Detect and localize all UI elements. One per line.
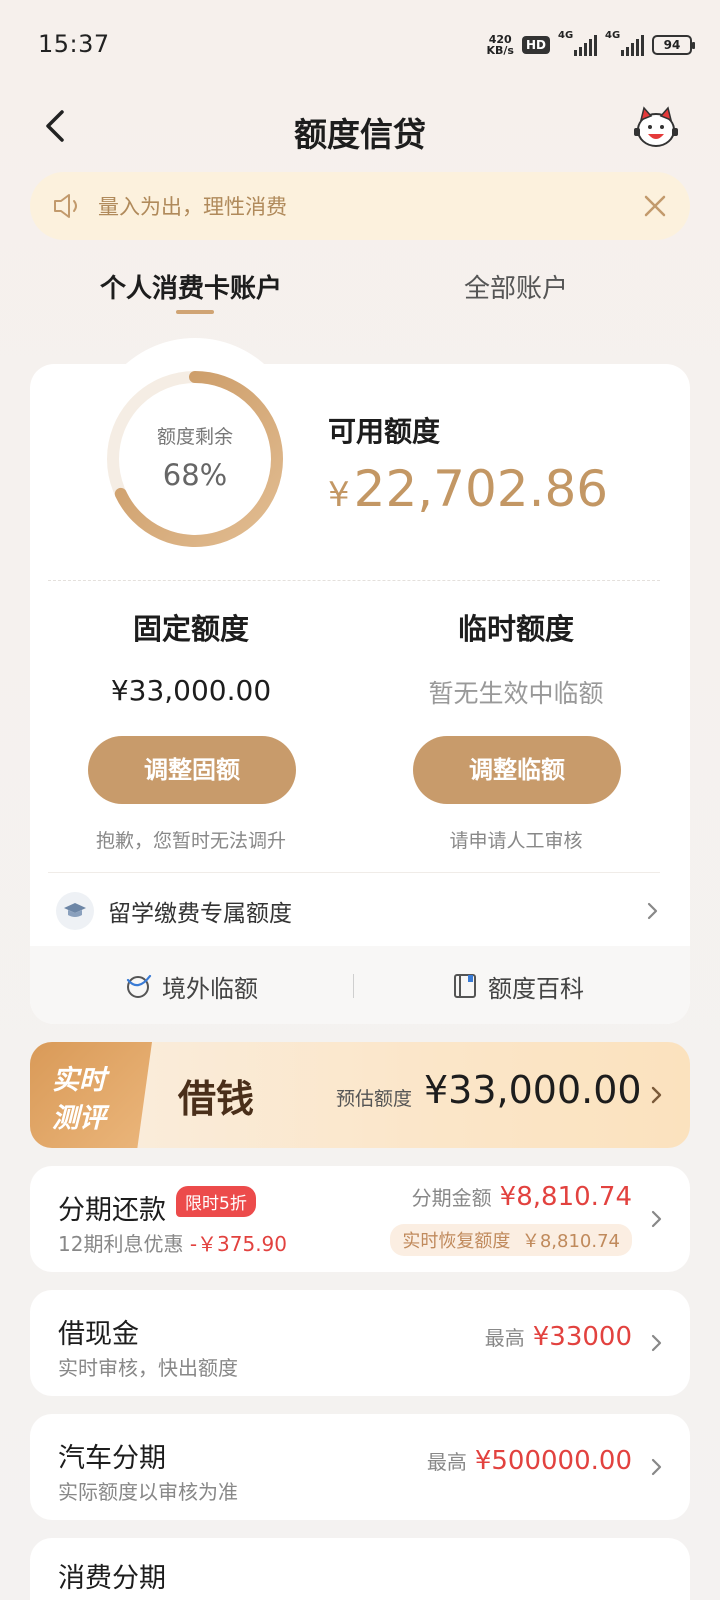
overseas-temp-credit-label: 境外临额 — [162, 974, 258, 1003]
car-installment-subtitle: 实际额度以审核为准 — [58, 1480, 238, 1504]
max-label: 最高 — [484, 1326, 525, 1350]
signal-icon: 4G — [605, 30, 644, 56]
interest-discount-label: 12期利息优惠 — [58, 1232, 184, 1256]
study-abroad-credit-row[interactable]: 留学缴费专属额度 — [48, 888, 660, 934]
interest-discount-value: -￥375.90 — [189, 1232, 288, 1256]
hd-icon: HD — [521, 36, 550, 54]
status-bar: 15:37 420 KB/s HD 4G 4G 94 — [0, 0, 720, 88]
credit-encyclopedia-link[interactable]: 额度百科 — [452, 966, 584, 1006]
currency-symbol: ¥ — [328, 475, 350, 515]
tag-line: 实时 — [52, 1065, 106, 1096]
borrow-cash-card[interactable]: 借现金 实时审核，快出额度 最高 ¥33000 — [30, 1290, 690, 1396]
max-value: ¥33000 — [532, 1322, 632, 1352]
temp-credit-note: 请申请人工审核 — [449, 830, 583, 852]
adjust-fixed-credit-button[interactable]: 调整固额 — [88, 736, 296, 804]
mascot-icon[interactable] — [632, 104, 680, 152]
tag-line: 测评 — [52, 1103, 106, 1134]
car-installment-max: 最高 ¥500000.00 — [427, 1446, 632, 1476]
ring-label: 额度剩余 — [156, 426, 233, 448]
status-indicators: 420 KB/s HD 4G 4G 94 — [487, 30, 695, 60]
chevron-right-icon — [651, 1086, 662, 1104]
graduation-cap-icon — [56, 892, 94, 930]
consumer-installment-title: 消费分期 — [58, 1563, 166, 1594]
car-installment-card[interactable]: 汽车分期 实际额度以审核为准 最高 ¥500000.00 — [30, 1414, 690, 1520]
installment-repayment-card[interactable]: 分期还款 限时5折 12期利息优惠 -￥375.90 分期金额 ¥8,810.7… — [30, 1166, 690, 1272]
ring-percent: 68% — [162, 458, 228, 492]
fixed-credit-value: ¥33,000.00 — [110, 674, 272, 707]
installment-title: 分期还款 — [58, 1195, 166, 1226]
divider — [353, 974, 354, 998]
credit-encyclopedia-label: 额度百科 — [488, 974, 584, 1003]
borrow-cash-subtitle: 实时审核，快出额度 — [58, 1356, 238, 1380]
page-title: 额度信贷 — [294, 115, 426, 154]
realtime-evaluation-tag: 实时 测评 — [30, 1042, 152, 1148]
status-time: 15:37 — [38, 30, 110, 58]
study-abroad-credit-label: 留学缴费专属额度 — [108, 901, 292, 927]
available-credit-value: 22,702.86 — [353, 460, 609, 518]
network-speed-unit: KB/s — [486, 44, 514, 57]
divider — [48, 872, 660, 873]
car-installment-title: 汽车分期 — [58, 1443, 166, 1474]
nav-bar: 额度信贷 — [0, 96, 720, 160]
borrow-cash-title: 借现金 — [58, 1319, 139, 1350]
adjust-temp-credit-button[interactable]: 调整临额 — [413, 736, 621, 804]
available-credit-amount: ¥22,702.86 — [328, 460, 608, 518]
estimated-credit-label: 预估额度 — [336, 1088, 413, 1110]
signal-label: 4G — [558, 30, 574, 41]
tab-all-accounts[interactable]: 全部账户 — [464, 268, 568, 305]
fixed-credit-title: 固定额度 — [132, 612, 249, 646]
battery-icon: 94 — [652, 35, 695, 55]
borrow-money-title: 借钱 — [178, 1076, 255, 1121]
network-speed: 420 KB/s — [487, 34, 514, 56]
tab-indicator — [176, 310, 214, 314]
notice-banner: 量入为出，理性消费 — [30, 172, 690, 240]
chevron-right-icon — [651, 1334, 662, 1352]
globe-plane-icon — [126, 974, 152, 998]
book-icon — [454, 974, 476, 998]
recover-credit-label: 实时恢复额度 — [402, 1231, 511, 1252]
consumer-installment-card[interactable]: 消费分期 — [30, 1538, 690, 1600]
installment-amount: 分期金额 ¥8,810.74 — [412, 1182, 632, 1212]
fixed-credit-note: 抱歉，您暂时无法调升 — [95, 830, 286, 852]
temp-credit-title: 临时额度 — [457, 612, 574, 646]
speaker-icon — [54, 194, 77, 218]
discount-badge: 限时5折 — [176, 1186, 256, 1217]
overseas-temp-credit-link[interactable]: 境外临额 — [124, 966, 258, 1006]
chevron-right-icon — [647, 902, 658, 920]
installment-amount-label: 分期金额 — [411, 1186, 492, 1210]
chevron-right-icon — [651, 1458, 662, 1476]
signal-icon: 4G — [558, 30, 597, 56]
borrow-cash-max: 最高 ¥33000 — [485, 1322, 632, 1352]
chevron-right-icon — [651, 1210, 662, 1228]
notice-text: 量入为出，理性消费 — [98, 195, 287, 219]
tab-personal-card[interactable]: 个人消费卡账户 — [100, 268, 282, 305]
estimated-credit-amount: ¥33,000.00 — [424, 1068, 642, 1112]
recover-credit-chip: 实时恢复额度 ￥8,810.74 — [390, 1224, 632, 1256]
available-credit-label: 可用额度 — [328, 415, 441, 448]
max-value: ¥500000.00 — [474, 1446, 632, 1476]
recover-credit-value: ￥8,810.74 — [521, 1231, 620, 1252]
borrow-money-banner[interactable]: 实时 测评 借钱 预估额度 ¥33,000.00 — [30, 1042, 690, 1148]
temp-credit-value: 暂无生效中临额 — [428, 679, 604, 708]
close-icon[interactable] — [642, 193, 668, 219]
installment-amount-value: ¥8,810.74 — [499, 1182, 632, 1212]
installment-subtitle: 12期利息优惠 -￥375.90 — [58, 1228, 287, 1257]
account-tabs: 个人消费卡账户 全部账户 — [0, 264, 720, 320]
divider — [48, 580, 660, 581]
signal-label: 4G — [605, 30, 621, 41]
max-label: 最高 — [426, 1450, 467, 1474]
